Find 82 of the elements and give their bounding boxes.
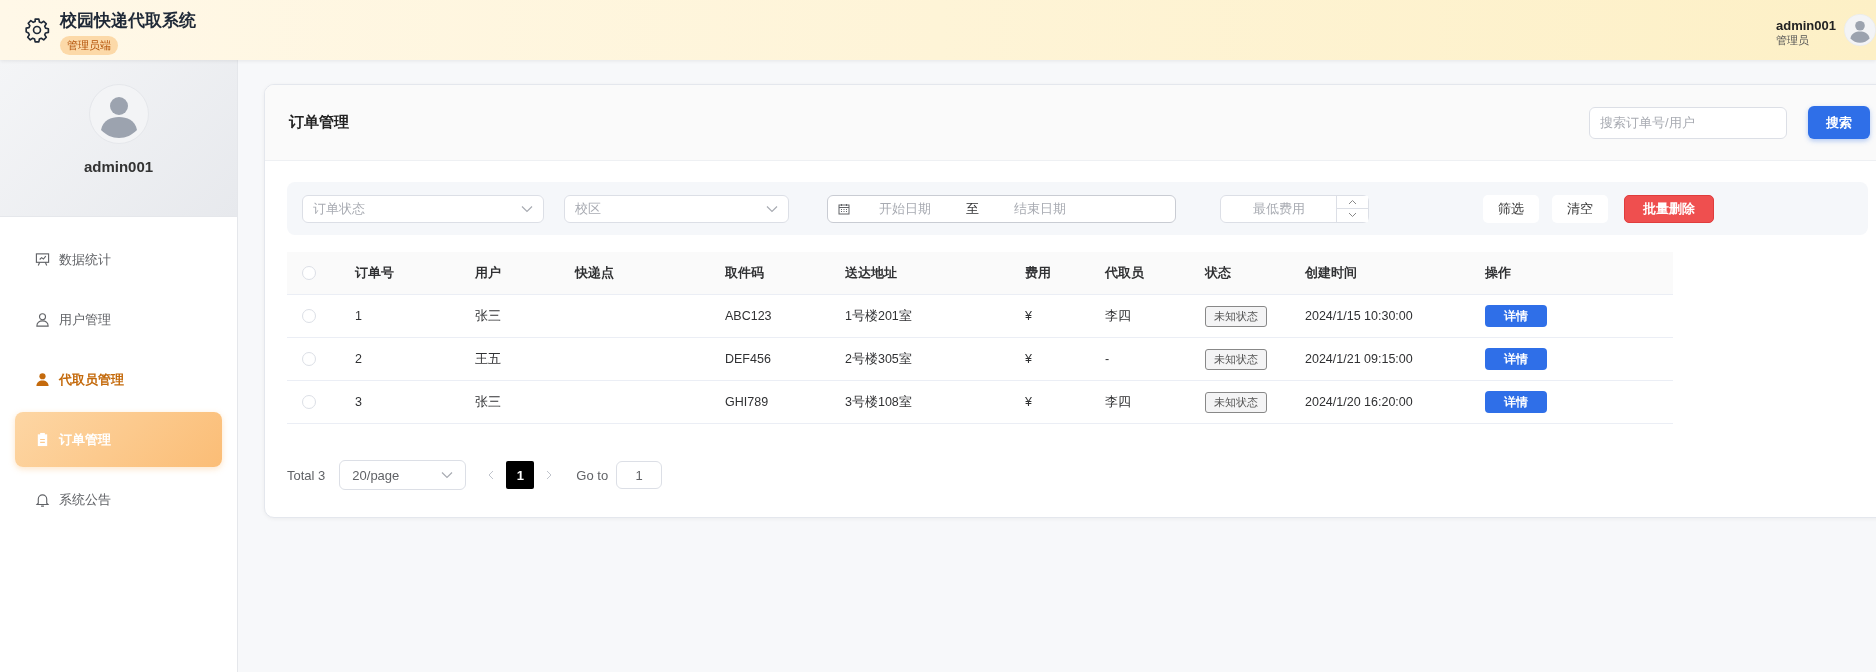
caret-down-icon [521,204,533,213]
column-header: 取件码 [725,264,764,282]
table-cell: 3 [355,395,362,409]
table-cell: 2024/1/21 09:15:00 [1305,352,1413,366]
table-cell: 3号楼108室 [845,393,912,411]
column-header: 快递点 [575,264,614,282]
table-cell: 王五 [475,350,501,368]
chevron-up-icon [1348,198,1357,205]
caret-down-icon [766,204,778,213]
page-number-field[interactable]: 1 [616,461,663,489]
avatar-icon [88,84,149,144]
table-cell: 张三 [475,393,501,411]
chevron-down-icon [1348,212,1357,219]
checkbox[interactable] [302,266,316,280]
table-cell: - [1105,352,1110,366]
table-cell: ¥ [1025,352,1032,366]
page-size-select[interactable]: 20/page [339,460,467,490]
caret-down-icon [441,471,454,479]
search-field[interactable]: 搜索订单号/用户 [1589,106,1787,139]
table-cell: 2024/1/20 16:20:00 [1305,395,1413,409]
column-header: 订单号 [355,264,394,282]
clipboard-icon [35,432,50,447]
column-header: 送达地址 [845,264,897,282]
chevron-left-icon [488,470,495,480]
user-name: admin001 [1776,18,1836,33]
column-header: 创建时间 [1305,264,1357,282]
menu-item[interactable]: 代取员管理 [15,352,222,407]
column-header: 费用 [1025,264,1051,282]
table-cell: GHI789 [725,395,769,409]
table-cell: ¥ [1025,309,1032,323]
total-count: Total 3 [287,467,326,483]
bell-icon [35,492,50,507]
table-cell: ABC123 [725,309,772,323]
details-button[interactable]: 详情 [1485,391,1547,413]
chevron-right-icon [546,470,553,480]
column-header: 代取员 [1105,264,1144,282]
checkbox[interactable] [302,352,316,366]
date-separator: 至 [966,199,979,218]
menu-item[interactable]: 数据统计 [15,232,222,287]
profile-name: admin001 [83,158,154,175]
table-cell: 1 [355,309,362,323]
column-header: 操作 [1485,264,1511,282]
settings-icon[interactable] [24,17,50,43]
details-button[interactable]: 详情 [1485,348,1547,370]
table-cell: 2024/1/15 10:30:00 [1305,309,1413,323]
menu-item[interactable]: 用户管理 [15,292,222,347]
column-header: 状态 [1205,264,1231,282]
presentation-board-icon [35,252,50,267]
search-button[interactable]: 搜索 [1808,106,1870,139]
filter-button[interactable]: 筛选 [1483,194,1539,223]
table-cell: 1号楼201室 [845,307,912,325]
decrease-button[interactable] [1337,208,1368,222]
status-tag: 未知状态 [1205,305,1267,327]
card-title: 订单管理 [289,113,349,132]
table-cell: ¥ [1025,395,1032,409]
checkbox[interactable] [302,309,316,323]
menu-item[interactable]: 系统公告 [15,472,222,527]
filter-button[interactable]: 清空 [1552,194,1608,223]
status-tag: 未知状态 [1205,391,1267,413]
table-cell: DEF456 [725,352,771,366]
batch-delete-button[interactable]: 批量删除 [1624,194,1714,223]
next-page-button[interactable] [546,470,553,480]
status-tag: 未知状态 [1205,348,1267,370]
page-button[interactable]: 1 [506,461,535,489]
checkbox[interactable] [302,395,316,409]
number-stepper[interactable]: 最低费用 [1220,194,1369,223]
calendar-icon [838,202,850,215]
column-header: 用户 [475,264,501,282]
role-badge: 管理员端 [60,36,118,55]
user-icon [35,312,50,327]
details-button[interactable]: 详情 [1485,305,1547,327]
table-cell: 李四 [1105,307,1131,325]
table-cell: 2号楼305室 [845,350,912,368]
table-cell: 张三 [475,307,501,325]
previous-page-button[interactable] [488,470,495,480]
goto-label: Go to [576,467,609,483]
table-cell: 2 [355,352,362,366]
table-cell: 李四 [1105,393,1131,411]
app-title: 校园快递代取系统 [60,10,196,32]
date-range-picker[interactable]: 开始日期 至 结束日期 [827,194,1176,223]
user-role: 管理员 [1776,33,1810,48]
user-icon [35,372,50,387]
